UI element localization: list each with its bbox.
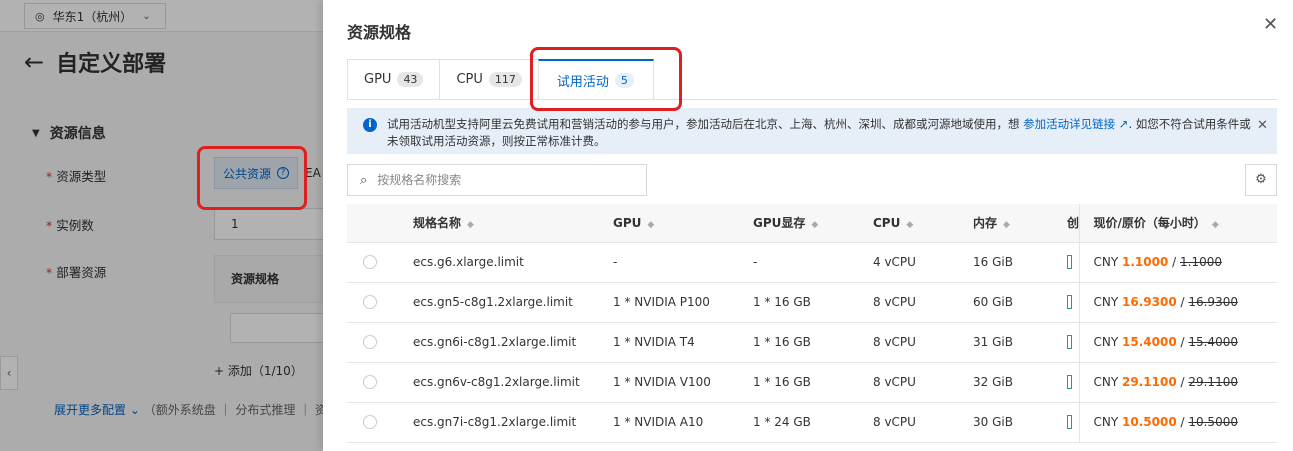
tab-gpu[interactable]: GPU 43 <box>347 59 441 100</box>
tabs-divider <box>347 99 1277 100</box>
external-link-icon: ↗ <box>1115 117 1129 131</box>
cell-gpu: 1 * NVIDIA V100 <box>613 362 753 403</box>
row-radio[interactable] <box>363 295 377 310</box>
search-icon: ⌕ <box>360 172 368 188</box>
cell-gpu-mem: - <box>753 242 873 283</box>
cell-price: CNY 10.5000 / 10.5000 <box>1078 402 1277 443</box>
sort-icon: ◆ <box>647 219 655 230</box>
truncated-tag <box>1067 255 1072 270</box>
header-truncated: 创 <box>1067 204 1079 243</box>
table-header-row: 规格名称 ◆ GPU ◆ GPU显存 ◆ CPU ◆ 内存 ◆ 创 现价/原价（每小时） ◆ <box>347 204 1277 243</box>
sort-icon: ◆ <box>906 219 914 230</box>
sort-icon: ◆ <box>1211 220 1219 231</box>
header-memory[interactable]: 内存 ◆ <box>973 204 1067 243</box>
cell-gpu: - <box>613 242 753 283</box>
gear-icon[interactable]: ⚙ <box>1245 164 1277 196</box>
header-select <box>347 204 413 243</box>
cell-gpu-mem: 1 * 16 GB <box>753 322 873 363</box>
cell-gpu: 1 * NVIDIA P100 <box>613 282 753 323</box>
cell-cpu: 8 vCPU <box>873 362 973 403</box>
tab-cpu[interactable]: CPU 117 <box>439 59 539 100</box>
header-cpu[interactable]: CPU ◆ <box>873 204 973 243</box>
tab-count-badge: 117 <box>488 72 522 87</box>
cell-name: ecs.gn5-c8g1.2xlarge.limit <box>413 282 613 323</box>
notice-link[interactable]: 参加活动详见链接 <box>1023 117 1115 131</box>
spec-search-box: ⌕ <box>347 164 647 196</box>
sort-icon: ◆ <box>467 220 474 231</box>
tab-label: GPU <box>364 72 392 87</box>
header-name[interactable]: 规格名称 ◆ <box>413 204 613 243</box>
row-radio[interactable] <box>363 255 377 270</box>
sort-icon: ◆ <box>1003 220 1010 231</box>
table-row[interactable]: ecs.gn5-c8g1.2xlarge.limit 1 * NVIDIA P1… <box>347 282 1277 323</box>
header-price[interactable]: 现价/原价（每小时） ◆ <box>1078 204 1277 243</box>
truncated-tag <box>1067 295 1072 310</box>
truncated-tag <box>1067 375 1072 390</box>
cell-gpu-mem: 1 * 16 GB <box>753 362 873 403</box>
header-gpu-mem[interactable]: GPU显存 ◆ <box>753 204 873 243</box>
cell-gpu-mem: 1 * 24 GB <box>753 402 873 443</box>
close-icon[interactable]: ✕ <box>1257 117 1268 134</box>
cell-gpu: 1 * NVIDIA A10 <box>613 402 753 443</box>
cell-gpu: 1 * NVIDIA T4 <box>613 322 753 363</box>
cell-memory: 60 GiB <box>973 282 1067 323</box>
notice-text-before: 试用活动机型支持阿里云免费试用和营销活动的参与用户，参加活动后在北京、上海、杭州… <box>387 117 1024 131</box>
cell-memory: 16 GiB <box>973 242 1067 283</box>
cell-price: CNY 16.9300 / 16.9300 <box>1078 282 1277 323</box>
cell-memory: 31 GiB <box>973 322 1067 363</box>
cell-price: CNY 1.1000 / 1.1000 <box>1078 242 1277 283</box>
cell-price: CNY 29.1100 / 29.1100 <box>1078 362 1277 403</box>
sort-icon: ◆ <box>811 220 819 231</box>
trial-notice: i 试用活动机型支持阿里云免费试用和营销活动的参与用户，参加活动后在北京、上海、… <box>347 108 1277 154</box>
cell-memory: 30 GiB <box>973 402 1067 443</box>
table-row[interactable]: ecs.gn6i-c8g1.2xlarge.limit 1 * NVIDIA T… <box>347 322 1277 363</box>
cell-cpu: 8 vCPU <box>873 282 973 323</box>
modal-overlay[interactable] <box>0 0 323 451</box>
cell-name: ecs.gn6i-c8g1.2xlarge.limit <box>413 322 613 363</box>
truncated-tag <box>1067 415 1072 430</box>
cell-memory: 32 GiB <box>973 362 1067 403</box>
cell-price: CNY 15.4000 / 15.4000 <box>1078 322 1277 363</box>
cell-name: ecs.g6.xlarge.limit <box>413 242 613 283</box>
row-radio[interactable] <box>363 335 377 350</box>
table-row[interactable]: ecs.gn6v-c8g1.2xlarge.limit 1 * NVIDIA V… <box>347 362 1277 403</box>
header-gpu[interactable]: GPU ◆ <box>613 204 753 243</box>
tab-label: CPU <box>456 72 483 87</box>
cell-name: ecs.gn6v-c8g1.2xlarge.limit <box>413 362 613 403</box>
spec-search-input[interactable] <box>377 173 618 187</box>
info-icon: i <box>363 118 377 132</box>
spec-table: 规格名称 ◆ GPU ◆ GPU显存 ◆ CPU ◆ 内存 ◆ 创 现价/原价（每小时） ◆… <box>347 204 1277 443</box>
cell-name: ecs.gn7i-c8g1.2xlarge.limit <box>413 402 613 443</box>
truncated-tag <box>1067 335 1072 350</box>
cell-cpu: 8 vCPU <box>873 402 973 443</box>
row-radio[interactable] <box>363 415 377 430</box>
cell-cpu: 8 vCPU <box>873 322 973 363</box>
drawer-title: 资源规格 <box>347 23 412 42</box>
highlight-box-public-resource <box>197 146 307 210</box>
resource-spec-drawer: 资源规格 ✕ GPU 43 CPU 117 试用活动 5 i 试用活动机型支持阿… <box>323 0 1293 451</box>
table-row[interactable]: ecs.g6.xlarge.limit - - 4 vCPU 16 GiB CN… <box>347 242 1277 283</box>
close-icon[interactable]: ✕ <box>1263 14 1278 35</box>
row-radio[interactable] <box>363 375 377 390</box>
table-row[interactable]: ecs.gn7i-c8g1.2xlarge.limit 1 * NVIDIA A… <box>347 402 1277 443</box>
cell-cpu: 4 vCPU <box>873 242 973 283</box>
highlight-box-trial-tab <box>530 47 682 111</box>
cell-gpu-mem: 1 * 16 GB <box>753 282 873 323</box>
tab-count-badge: 43 <box>397 72 424 87</box>
